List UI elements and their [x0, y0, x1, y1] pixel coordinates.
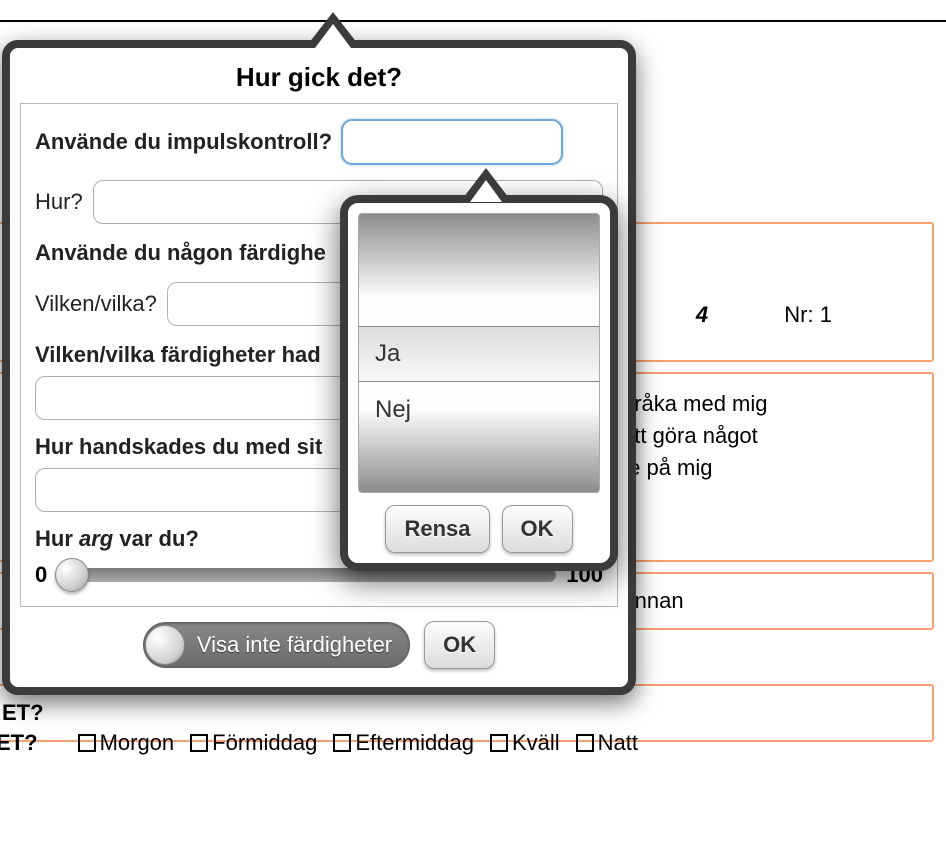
slider-thumb[interactable] [55, 558, 89, 592]
nr-value: 1 [820, 302, 832, 327]
divider [0, 20, 946, 22]
bg-line-3: te på mig [622, 452, 912, 484]
time-opt-morgon[interactable]: Morgon [78, 730, 175, 756]
hide-skills-toggle[interactable]: Visa inte färdigheter [143, 622, 410, 668]
q-impulskontroll-select[interactable] [342, 120, 562, 164]
picker-wheel[interactable]: Ja Nej [358, 213, 600, 493]
picker-ok-button[interactable]: OK [502, 505, 573, 553]
hide-skills-label: Visa inte färdigheter [197, 632, 392, 658]
q-vilken-label: Vilken/vilka? [35, 291, 157, 317]
q-handskades-label: Hur handskades du med sit [35, 434, 322, 460]
et-label: ET? [0, 730, 38, 756]
nr-label: Nr: [784, 302, 813, 327]
q-fardighet-label: Använde du någon färdighe [35, 240, 326, 266]
dialog-pointer-icon [305, 12, 361, 48]
picker-clear-button[interactable]: Rensa [385, 505, 489, 553]
dialog-ok-button[interactable]: OK [424, 621, 495, 669]
slider-min: 0 [35, 562, 47, 588]
time-opt-natt[interactable]: Natt [576, 730, 638, 756]
dialog-title: Hur gick det? [10, 48, 628, 103]
q-impulskontroll-label: Använde du impulskontroll? [35, 129, 332, 155]
toggle-knob-icon [145, 625, 185, 665]
bg-line-2: att göra något [622, 420, 912, 452]
picker-option-nej[interactable]: Nej [359, 382, 599, 438]
q-vilkafardigheter-label: Vilken/vilka färdigheter had [35, 342, 321, 368]
picker-pointer-icon [460, 168, 512, 202]
q-arg-label: Hur arg var du? [35, 526, 199, 552]
time-opt-formiddag[interactable]: Förmiddag [190, 730, 317, 756]
bg-line-1: bråka med mig [622, 388, 912, 420]
yesno-picker: Ja Nej Rensa OK [340, 195, 618, 571]
time-row: ET? Morgon Förmiddag Eftermiddag Kväll N… [0, 718, 940, 768]
time-opt-eftermiddag[interactable]: Eftermiddag [333, 730, 474, 756]
q-hur-label: Hur? [35, 189, 83, 214]
time-opt-kvall[interactable]: Kväll [490, 730, 560, 756]
picker-option-ja[interactable]: Ja [359, 326, 599, 382]
nr-suffix: 4 [696, 302, 708, 327]
